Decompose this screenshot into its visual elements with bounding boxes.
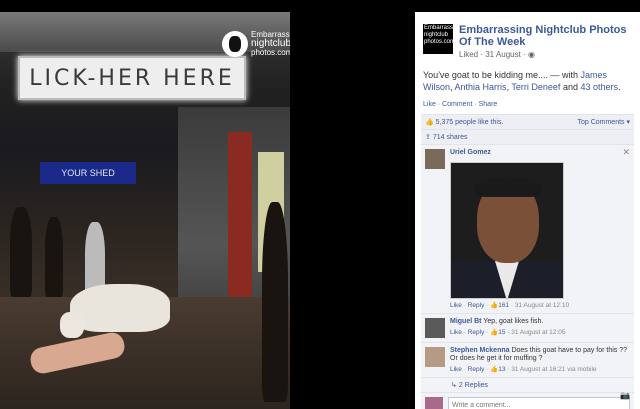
comment-like-count[interactable]: 161 [498, 302, 509, 309]
comment-text: Yep, goat likes fish. [483, 318, 544, 325]
likes-text: 5,375 people like this. [435, 119, 504, 126]
write-comment-row [421, 392, 634, 409]
commenter-avatar[interactable] [425, 149, 445, 169]
thumbs-up-icon: 👍 [490, 329, 499, 336]
comment-time[interactable]: 31 August at 16:21 via mobile [511, 366, 596, 373]
view-replies-link[interactable]: ↳ 2 Replies [421, 377, 634, 392]
comment-time[interactable]: 31 August at 12:10 [515, 302, 569, 309]
post-header: Embarrassing nightclub photos.com Embarr… [415, 12, 640, 59]
comment-meta: Like · Reply · 👍13 · 31 August at 16:21 … [450, 366, 597, 373]
commenter-name[interactable]: Uriel Gomez [450, 149, 569, 156]
post-photo[interactable]: LICK-HER HERE YOUR SHED Embarrassing nig… [0, 12, 290, 409]
commenter-avatar[interactable] [425, 318, 445, 338]
comment-like-link[interactable]: Like [450, 329, 462, 336]
comment-time[interactable]: 31 August at 12:05 [511, 329, 565, 336]
crowd-person [262, 202, 288, 402]
comment-input[interactable] [448, 397, 630, 409]
comment-body: Miguel Bt Yep, goat likes fish. [450, 318, 565, 326]
close-icon[interactable]: ✕ [622, 147, 630, 158]
comment-like-link[interactable]: Like [450, 302, 462, 309]
comment-body: Stephen Mckenna Does this goat have to p… [450, 347, 630, 363]
post-actions[interactable]: Like · Comment · Share [415, 93, 640, 108]
watermark: Embarrassing nightclub photos.com [222, 30, 290, 57]
watermark-logo-icon [222, 30, 248, 57]
lick-her-here-sign: LICK-HER HERE [18, 56, 246, 100]
post-panel: Embarrassing nightclub photos.com Embarr… [415, 12, 640, 409]
photo-stage: LICK-HER HERE YOUR SHED Embarrassing nig… [0, 0, 410, 409]
hair [475, 177, 541, 197]
blue-shop-sign: YOUR SHED [40, 162, 136, 184]
comment-item: Uriel Gomez Like · Reply · 👍161 · 31 Aug… [421, 144, 634, 313]
others-link[interactable]: 43 others [580, 82, 618, 92]
comment-meta: Like · Reply · 👍15 · 31 August at 12:05 [450, 329, 566, 336]
goat-head [60, 312, 84, 338]
comment-reply-link[interactable]: Reply [468, 329, 485, 336]
post-meta: Liked · 31 August · ◉ [459, 50, 634, 59]
comment-image[interactable] [450, 162, 564, 299]
thumbs-up-icon: 👍 [490, 366, 499, 373]
crowd-person [45, 217, 63, 297]
tag-link[interactable]: Terri Deneef [511, 82, 560, 92]
comment-reply-link[interactable]: Reply [468, 366, 485, 373]
pillar [228, 132, 252, 322]
replies-text: 2 Replies [458, 382, 489, 389]
post-caption: You've goat to be kidding me.... — with … [423, 70, 621, 92]
comment-like-count[interactable]: 13 [498, 366, 505, 373]
thumbs-up-icon: 👍 [425, 119, 434, 126]
reply-arrow-icon: ↳ [451, 382, 457, 389]
share-icon: ⇪ [425, 134, 431, 141]
tag-link[interactable]: Anthia Harris [455, 82, 507, 92]
camera-icon[interactable]: 📷 [620, 391, 630, 400]
comment-meta: Like · Reply · 👍161 · 31 August at 12:10 [450, 302, 570, 309]
likes-bar: 👍 5,375 people like this. Top Comments ▾ [421, 114, 634, 129]
comment-item: Miguel Bt Yep, goat likes fish. Like · R… [421, 313, 634, 342]
watermark-line3: photos.com [251, 48, 290, 57]
shares-text: 714 shares [432, 134, 468, 141]
comment-reply-link[interactable]: Reply [468, 302, 485, 309]
crowd-person [10, 207, 32, 297]
top-comments-dropdown[interactable]: Top Comments ▾ [577, 118, 630, 126]
page-avatar[interactable]: Embarrassing nightclub photos.com [423, 24, 461, 54]
likes-count[interactable]: 👍 5,375 people like this. [425, 118, 503, 126]
goat [70, 284, 170, 332]
comments-list: Uriel Gomez Like · Reply · 👍161 · 31 Aug… [421, 144, 634, 409]
globe-icon: ◉ [527, 50, 535, 59]
comment-like-link[interactable]: Like [450, 366, 462, 373]
commenter-avatar[interactable] [425, 347, 445, 367]
thumbs-up-icon: 👍 [490, 302, 499, 309]
shares-bar[interactable]: ⇪ 714 shares [421, 129, 634, 144]
commenter-name[interactable]: Stephen Mckenna [450, 347, 510, 354]
current-user-avatar [425, 397, 443, 409]
commenter-name[interactable]: Miguel Bt [450, 318, 482, 325]
post-meta-text: Liked · 31 August · [459, 50, 526, 59]
caption-text: You've goat to be kidding me.... — with [423, 70, 581, 80]
comment-item: Stephen Mckenna Does this goat have to p… [421, 342, 634, 377]
page-name-link[interactable]: Embarrassing Nightclub Photos Of The Wee… [459, 24, 634, 48]
comment-like-count[interactable]: 15 [498, 329, 505, 336]
and-text: and [560, 82, 581, 92]
